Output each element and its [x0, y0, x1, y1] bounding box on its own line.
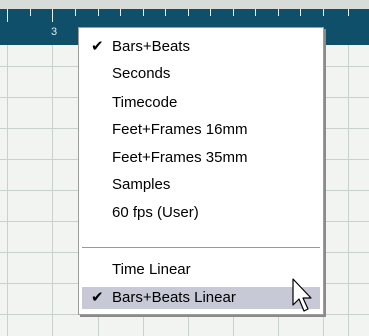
checkmark-icon: ✔ — [91, 289, 104, 306]
menu-item-feet-frames-16mm[interactable]: Feet+Frames 16mm — [82, 119, 320, 141]
checkmark-icon: ✔ — [91, 38, 104, 55]
menu-item-feet-frames-35mm[interactable]: Feet+Frames 35mm — [82, 147, 320, 169]
menu-item-label: Timecode — [112, 94, 178, 111]
menu-item-bars-beats[interactable]: ✔ Bars+Beats — [82, 36, 320, 58]
menu-item-label: Feet+Frames 35mm — [112, 149, 248, 166]
menu-item-samples[interactable]: Samples — [82, 174, 320, 196]
ruler-bar-number: 3 — [51, 26, 58, 38]
menu-item-label: Seconds — [112, 65, 171, 82]
menu-item-timecode[interactable]: Timecode — [82, 92, 320, 114]
menu-item-label: Bars+Beats Linear — [112, 289, 236, 306]
menu-item-label: Bars+Beats — [112, 38, 190, 55]
menu-item-60-fps-user[interactable]: 60 fps (User) — [82, 202, 320, 224]
menu-item-label: Time Linear — [112, 261, 191, 278]
menu-item-seconds[interactable]: Seconds — [82, 63, 320, 85]
time-format-context-menu: ✔ Bars+Beats Seconds Timecode Feet+Frame… — [78, 27, 324, 315]
mouse-pointer-icon — [292, 278, 312, 312]
menu-item-label: 60 fps (User) — [112, 204, 199, 221]
menu-separator — [82, 247, 320, 249]
menu-item-label: Feet+Frames 16mm — [112, 121, 248, 138]
menu-item-label: Samples — [112, 176, 171, 193]
